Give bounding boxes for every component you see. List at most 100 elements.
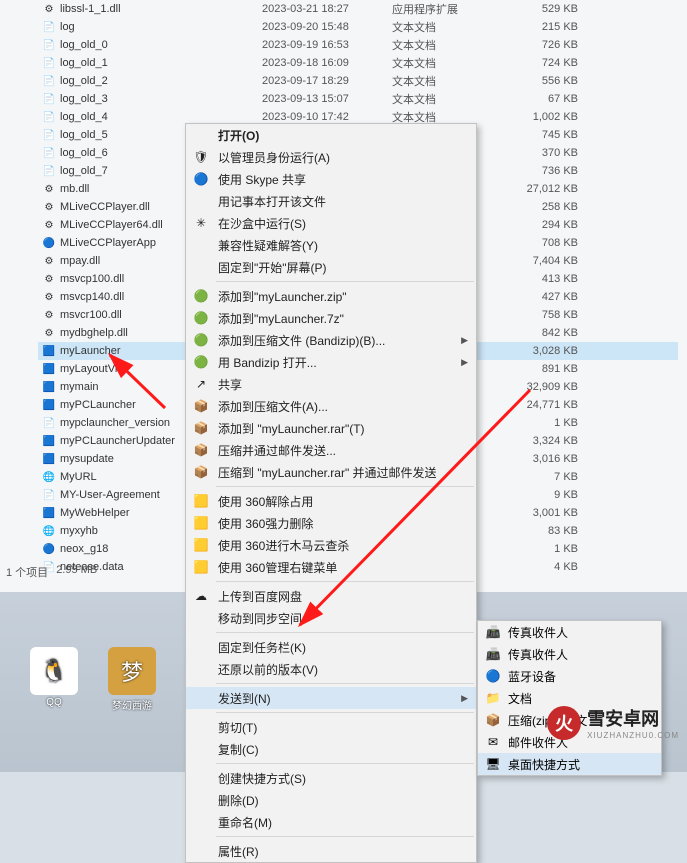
menu-label: 属性(R) <box>218 843 468 860</box>
menu-icon: 🟨 <box>192 515 210 531</box>
menu-icon: 📦 <box>192 398 210 414</box>
menu-item[interactable]: 创建快捷方式(S) <box>186 767 476 789</box>
menu-item[interactable]: 📦添加到压缩文件(A)... <box>186 395 476 417</box>
menu-icon <box>192 237 210 253</box>
file-icon: ⚙ <box>42 290 56 304</box>
submenu-label: 传真收件人 <box>508 646 568 663</box>
submenu-item[interactable]: 🔵蓝牙设备 <box>478 665 661 687</box>
desktop-icon[interactable]: 🐧QQ <box>30 647 78 712</box>
menu-item[interactable]: 固定到"开始"屏幕(P) <box>186 256 476 278</box>
submenu-item[interactable]: 📠传真收件人 <box>478 643 661 665</box>
file-size: 726 KB <box>502 39 592 51</box>
file-icon: 🟦 <box>42 434 56 448</box>
menu-separator <box>216 763 474 764</box>
menu-item[interactable]: 🟢添加到压缩文件 (Bandizip)(B)...▶ <box>186 329 476 351</box>
menu-item[interactable]: 📦压缩到 "myLauncher.rar" 并通过邮件发送 <box>186 461 476 483</box>
file-icon: 📄 <box>42 488 56 502</box>
desktop-icon[interactable]: 梦梦幻西游 <box>108 647 156 712</box>
file-row[interactable]: ⚙libssl-1_1.dll2023-03-21 18:27应用程序扩展529… <box>38 0 678 18</box>
file-name: log_old_2 <box>60 75 108 87</box>
menu-item[interactable]: 复制(C) <box>186 738 476 760</box>
menu-item[interactable]: 删除(D) <box>186 789 476 811</box>
menu-item[interactable]: 📦添加到 "myLauncher.rar"(T) <box>186 417 476 439</box>
file-row[interactable]: 📄log_old_32023-09-13 15:07文本文档67 KB <box>38 90 678 108</box>
menu-item[interactable]: 🟨使用 360进行木马云查杀 <box>186 534 476 556</box>
file-name: msvcp100.dll <box>60 273 124 285</box>
file-size: 215 KB <box>502 21 592 33</box>
file-name: log_old_6 <box>60 147 108 159</box>
menu-item[interactable]: 🔵使用 Skype 共享 <box>186 168 476 190</box>
file-row[interactable]: 📄log2023-09-20 15:48文本文档215 KB <box>38 18 678 36</box>
file-size: 7,404 KB <box>502 255 592 267</box>
menu-item[interactable]: 移动到同步空间 <box>186 607 476 629</box>
menu-item[interactable]: 还原以前的版本(V) <box>186 658 476 680</box>
context-menu[interactable]: 打开(O)🛡以管理员身份运行(A)🔵使用 Skype 共享用记事本打开该文件 ✳ 在… <box>185 123 477 863</box>
file-name: mysupdate <box>60 453 114 465</box>
file-size: 529 KB <box>502 3 592 15</box>
status-size: 2.95 MB <box>56 564 97 580</box>
file-type: 文本文档 <box>392 37 502 53</box>
menu-item[interactable]: 剪切(T) <box>186 716 476 738</box>
file-icon: 🌐 <box>42 470 56 484</box>
menu-label: 使用 360进行木马云查杀 <box>218 537 468 554</box>
watermark: 火 雪安卓网 XIUZHANZHU0.COM <box>547 705 679 740</box>
menu-label: 发送到(N) <box>218 690 468 707</box>
menu-icon: 🟢 <box>192 354 210 370</box>
file-name: MyURL <box>60 471 97 483</box>
submenu-arrow-icon: ▶ <box>461 693 468 704</box>
file-name: msvcp140.dll <box>60 291 124 303</box>
menu-item[interactable]: 发送到(N)▶ <box>186 687 476 709</box>
file-row[interactable]: 📄log_old_02023-09-19 16:53文本文档726 KB <box>38 36 678 54</box>
menu-item[interactable]: 打开(O) <box>186 124 476 146</box>
file-size: 32,909 KB <box>502 381 592 393</box>
watermark-logo-icon: 火 <box>547 706 581 740</box>
submenu-item[interactable]: 📠传真收件人 <box>478 621 661 643</box>
file-type: 文本文档 <box>392 55 502 71</box>
file-name: log_old_1 <box>60 57 108 69</box>
menu-icon: 🔵 <box>192 171 210 187</box>
menu-icon <box>192 792 210 808</box>
menu-item[interactable]: 兼容性疑难解答(Y) <box>186 234 476 256</box>
menu-item[interactable]: 重命名(M) <box>186 811 476 833</box>
menu-item[interactable]: 🛡以管理员身份运行(A) <box>186 146 476 168</box>
menu-item[interactable]: 🟢用 Bandizip 打开...▶ <box>186 351 476 373</box>
file-type: 应用程序扩展 <box>392 1 502 17</box>
file-name: log_old_3 <box>60 93 108 105</box>
menu-item[interactable]: 固定到任务栏(K) <box>186 636 476 658</box>
submenu-label: 文档 <box>508 690 532 707</box>
menu-item[interactable]: 🟨使用 360管理右键菜单 <box>186 556 476 578</box>
file-size: 427 KB <box>502 291 592 303</box>
app-label: 梦幻西游 <box>108 697 156 712</box>
file-row[interactable]: 📄log_old_12023-09-18 16:09文本文档724 KB <box>38 54 678 72</box>
sendto-submenu[interactable]: 📠传真收件人📠传真收件人🔵蓝牙设备📁文档📦压缩(zipped)文✉邮件收件人🖥桌… <box>477 620 662 776</box>
menu-item[interactable]: 用记事本打开该文件 <box>186 190 476 212</box>
menu-label: 移动到同步空间 <box>218 610 468 627</box>
menu-label: 在沙盒中运行(S) <box>218 215 468 232</box>
file-size: 556 KB <box>502 75 592 87</box>
menu-item[interactable]: ☁上传到百度网盘 <box>186 585 476 607</box>
menu-icon: 🟨 <box>192 559 210 575</box>
menu-label: 固定到"开始"屏幕(P) <box>218 259 468 276</box>
file-size: 294 KB <box>502 219 592 231</box>
menu-item[interactable]: 🟨使用 360强力删除 <box>186 512 476 534</box>
menu-item[interactable]: 📦压缩并通过邮件发送... <box>186 439 476 461</box>
file-icon: 📄 <box>42 128 56 142</box>
menu-item[interactable]: ✳ 在沙盒中运行(S) <box>186 212 476 234</box>
menu-item[interactable]: 属性(R) <box>186 840 476 862</box>
menu-item[interactable]: 🟢添加到"myLauncher.7z" <box>186 307 476 329</box>
submenu-icon: 📦 <box>484 713 502 727</box>
menu-item[interactable]: 🟨使用 360解除占用 <box>186 490 476 512</box>
menu-icon: ☁ <box>192 588 210 604</box>
menu-icon: ✳ <box>192 215 210 231</box>
menu-icon: 🟢 <box>192 288 210 304</box>
file-name: mydbghelp.dll <box>60 327 128 339</box>
menu-item[interactable]: ↗共享 <box>186 373 476 395</box>
file-row[interactable]: 📄log_old_22023-09-17 18:29文本文档556 KB <box>38 72 678 90</box>
menu-item[interactable]: 🟢添加到"myLauncher.zip" <box>186 285 476 307</box>
file-size: 258 KB <box>502 201 592 213</box>
file-icon: 📄 <box>42 416 56 430</box>
file-size: 1,002 KB <box>502 111 592 123</box>
menu-icon: 🟨 <box>192 493 210 509</box>
file-date: 2023-03-21 18:27 <box>242 3 392 15</box>
app-icon: 梦 <box>108 647 156 695</box>
